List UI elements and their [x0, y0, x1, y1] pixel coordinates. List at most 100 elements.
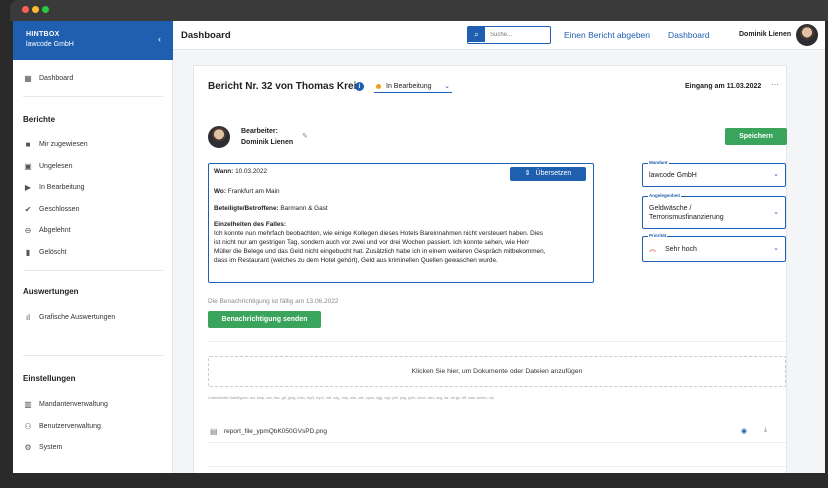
- mandant-label: Mandant: [648, 160, 669, 165]
- chevron-left-icon[interactable]: ‹: [158, 34, 161, 44]
- category-select[interactable]: Angelegenheit Geldwäsche / Terrorismusfi…: [642, 193, 786, 229]
- bar-chart-icon: ıl: [26, 312, 30, 322]
- check-circle-icon: ✔: [24, 204, 32, 214]
- report-title: Bericht Nr. 32 von Thomas Kreis: [208, 81, 362, 92]
- translate-button[interactable]: ⇕ Übersetzen: [510, 167, 586, 181]
- edit-pencil-icon[interactable]: ✎: [302, 132, 308, 140]
- maximize-window-button[interactable]: [42, 6, 49, 13]
- submit-report-link[interactable]: Einen Bericht abgeben: [564, 30, 650, 40]
- sidebar-item-system[interactable]: ⚙ System: [23, 440, 62, 454]
- involved-label: Beteiligte/Betroffene:: [214, 205, 279, 212]
- report-card: Bericht Nr. 32 von Thomas Kreis i In Bea…: [193, 65, 787, 473]
- section-title-einstellungen: Einstellungen: [23, 374, 76, 383]
- category-value-line2: Terrorismusfinanzierung: [649, 214, 724, 221]
- sidebar-item-geschlossen[interactable]: ✔ Geschlossen: [23, 202, 80, 216]
- divider: [23, 355, 163, 356]
- minimize-window-button[interactable]: [32, 6, 39, 13]
- report-text-box[interactable]: Wann: 10.03.2022 ⇕ Übersetzen Wo: Frankfu…: [208, 163, 594, 283]
- sidebar-item-label: Grafische Auswertungen: [39, 313, 116, 321]
- priority-value: Sehr hoch: [665, 246, 697, 253]
- trash-icon: ▮: [25, 247, 31, 257]
- sidebar-item-in-bearbeitung[interactable]: ▶ In Bearbeitung: [23, 180, 85, 194]
- category-label: Angelegenheit: [648, 193, 682, 198]
- brand-header: HINTBOX lawcode GmbH ‹: [13, 21, 173, 60]
- brand-name: HINTBOX: [26, 31, 60, 38]
- window-frame: HINTBOX lawcode GmbH ‹ ▦ Dashboard Beric…: [0, 0, 828, 488]
- divider: [23, 96, 163, 97]
- page-title: Dashboard: [181, 30, 231, 41]
- file-dropzone[interactable]: Klicken Sie hier, um Dokumente oder Date…: [208, 356, 786, 387]
- close-window-button[interactable]: [22, 6, 29, 13]
- save-button[interactable]: Speichern: [725, 128, 787, 145]
- sidebar-item-dashboard[interactable]: ▦ Dashboard: [23, 71, 73, 85]
- sidebar-item-ungelesen[interactable]: ▣ Ungelesen: [23, 159, 72, 173]
- brand-org: lawcode GmbH: [26, 41, 74, 48]
- section-title-berichte: Berichte: [23, 115, 56, 124]
- users-icon: ⚇: [24, 421, 32, 431]
- sidebar-item-label: Benutzerverwaltung: [39, 422, 101, 430]
- sidebar-item-mandantenverwaltung[interactable]: ▥ Mandantenverwaltung: [23, 397, 108, 411]
- assignee-name: Dominik Lienen: [241, 139, 294, 146]
- dashboard-icon: ▦: [24, 73, 32, 83]
- sidebar-item-label: Gelöscht: [39, 248, 67, 256]
- mandant-value: lawcode GmbH: [649, 172, 697, 179]
- gear-icon: ⚙: [24, 442, 32, 452]
- divider: [208, 341, 786, 342]
- eye-icon[interactable]: ◉: [741, 427, 747, 435]
- search-icon[interactable]: ⌕: [468, 27, 485, 42]
- sidebar: HINTBOX lawcode GmbH ‹ ▦ Dashboard Beric…: [13, 21, 173, 473]
- translate-label: Übersetzen: [535, 169, 572, 177]
- sidebar-item-grafische-auswertungen[interactable]: ıl Grafische Auswertungen: [23, 310, 115, 324]
- sidebar-item-abgelehnt[interactable]: ⊖ Abgelehnt: [23, 223, 71, 237]
- sidebar-item-mir-zugewiesen[interactable]: ■ Mir zugewiesen: [23, 137, 88, 151]
- details-label-text: Einzelheiten des Falles:: [214, 221, 287, 228]
- sidebar-item-label: Mandantenverwaltung: [39, 400, 108, 408]
- user-avatar[interactable]: [796, 24, 818, 46]
- where-label: Wo:: [214, 188, 226, 195]
- top-header: Dashboard ⌕ Einen Bericht abgeben Dashbo…: [173, 21, 825, 50]
- priority-select[interactable]: Priorität ︽ Sehr hoch ⌄: [642, 233, 786, 262]
- sidebar-item-geloescht[interactable]: ▮ Gelöscht: [23, 245, 67, 259]
- supported-file-types: Unterstützte Dateitypen: avi, bmp, csv, …: [208, 396, 494, 400]
- details-line: Müller die Belege und das Geld nicht ein…: [214, 248, 546, 255]
- chevron-down-icon: ⌄: [773, 171, 779, 178]
- header-user-name[interactable]: Dominik Lienen: [739, 31, 791, 38]
- details-label: Einzelheiten des Falles:: [214, 221, 286, 230]
- more-options-icon[interactable]: ···: [771, 80, 779, 89]
- sidebar-item-label: System: [39, 443, 63, 451]
- assignee-label: Bearbeiter:: [241, 128, 278, 135]
- attachment-row: ▤ report_file_ypmQbK050GVsPD.png ◉ ⤓: [208, 423, 786, 443]
- attachment-name[interactable]: report_file_ypmQbK050GVsPD.png: [224, 428, 327, 435]
- mandant-select[interactable]: Mandant lawcode GmbH ⌄: [642, 160, 786, 187]
- sidebar-item-label: In Bearbeitung: [39, 183, 85, 191]
- info-icon[interactable]: i: [355, 82, 364, 91]
- chevron-down-icon: ⌄: [444, 83, 450, 90]
- details-line: ist nicht nur am gestrigen Tag, sondern …: [214, 239, 530, 246]
- status-value: In Bearbeitung: [386, 83, 432, 90]
- where-value: Frankfurt am Main: [227, 188, 280, 195]
- sidebar-item-label: Mir zugewiesen: [39, 140, 88, 148]
- involved-value: Barmann & Gast: [280, 205, 328, 212]
- search-box[interactable]: ⌕: [467, 26, 551, 44]
- building-icon: ▥: [24, 399, 32, 409]
- download-icon[interactable]: ⤓: [764, 426, 767, 434]
- translate-icon: ⇕: [524, 169, 531, 177]
- received-date: Eingang am 11.03.2022: [685, 83, 762, 90]
- chevron-down-icon: ⌄: [773, 209, 779, 216]
- priority-label: Priorität: [648, 233, 668, 238]
- status-select[interactable]: In Bearbeitung ⌄: [374, 81, 452, 93]
- minus-circle-icon: ⊖: [24, 225, 32, 235]
- chevron-down-icon: ⌄: [773, 245, 779, 252]
- double-chevron-up-icon: ︽: [649, 246, 656, 253]
- due-text: Die Benachrichtigung ist fällig am 13.06…: [208, 298, 339, 305]
- app: HINTBOX lawcode GmbH ‹ ▦ Dashboard Beric…: [13, 21, 825, 473]
- sidebar-item-benutzerverwaltung[interactable]: ⚇ Benutzerverwaltung: [23, 419, 101, 433]
- person-icon: ■: [25, 139, 31, 149]
- details-line: Ich konnte nun mehrfach beobachten, wie …: [214, 230, 543, 237]
- divider: [208, 466, 786, 467]
- category-value-line1: Geldwäsche /: [649, 205, 692, 212]
- search-input[interactable]: [490, 29, 548, 40]
- dashboard-link[interactable]: Dashboard: [668, 30, 710, 40]
- when-value: 10.03.2022: [235, 168, 268, 175]
- send-notification-button[interactable]: Benachrichtigung senden: [208, 311, 321, 328]
